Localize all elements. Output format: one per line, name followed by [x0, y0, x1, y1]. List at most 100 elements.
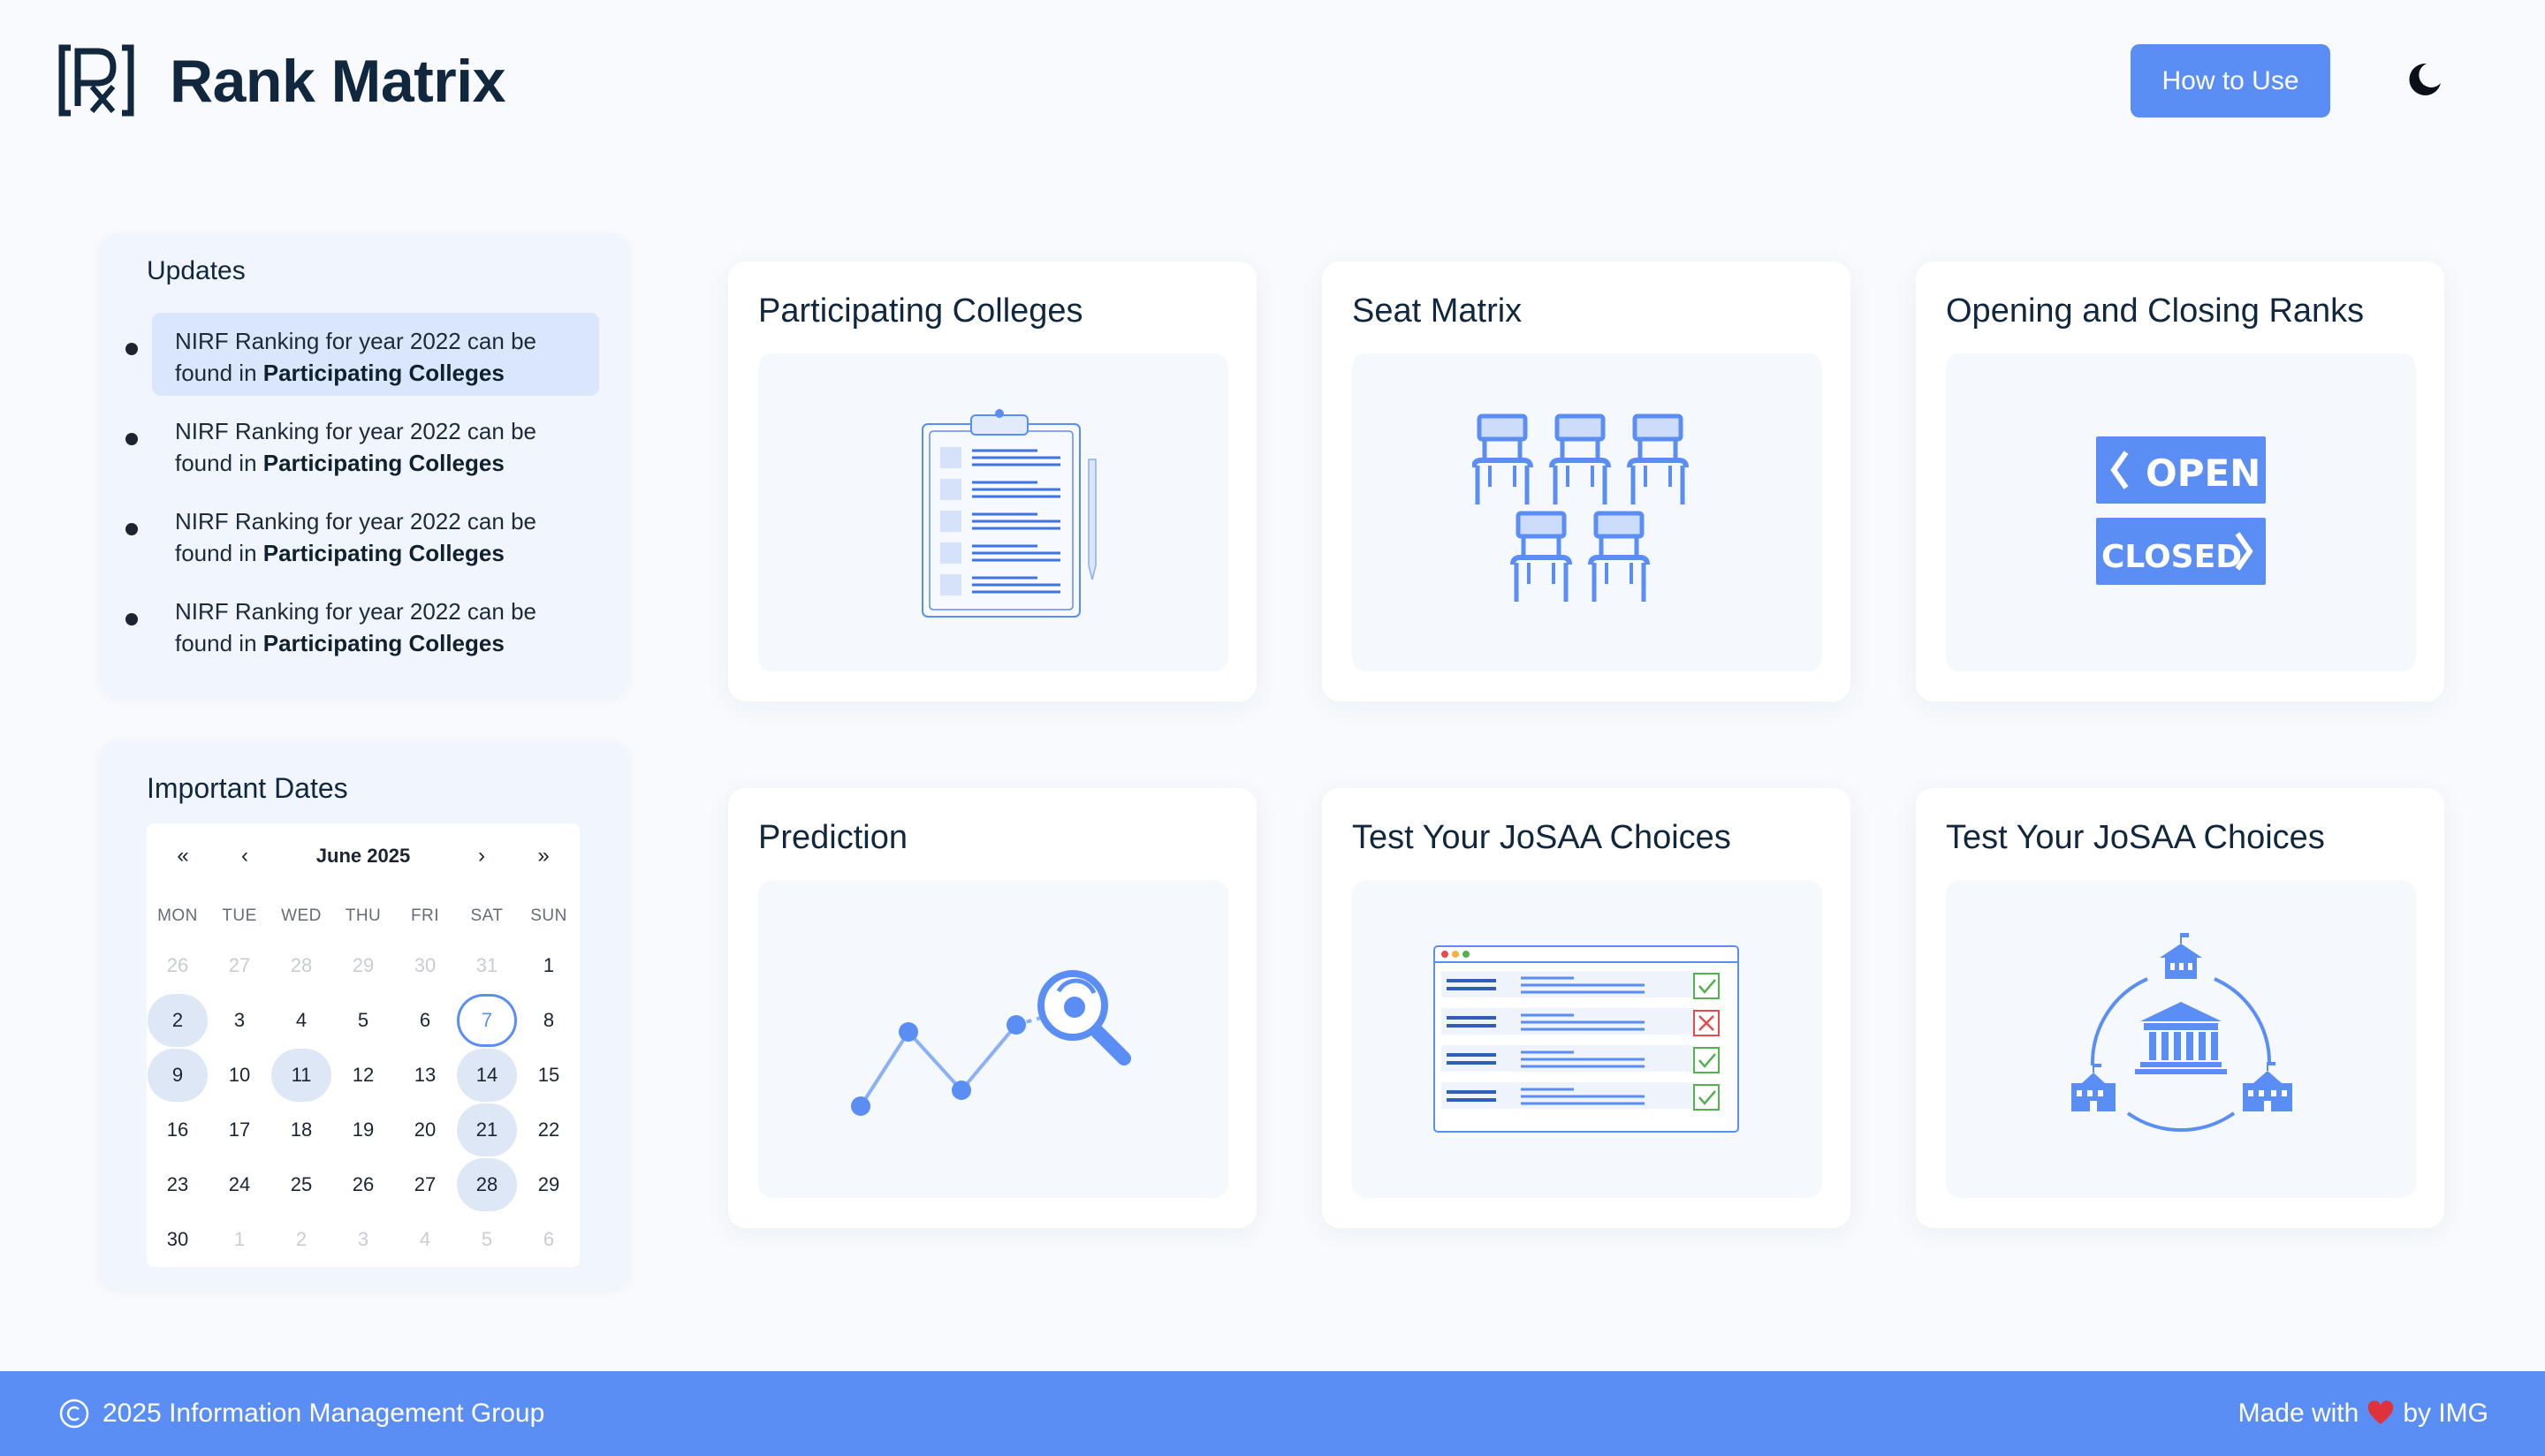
heart-icon	[2368, 1400, 2394, 1424]
calendar-day[interactable]: 19	[332, 1103, 394, 1157]
card-title: Participating Colleges	[758, 292, 1083, 330]
calendar-day[interactable]: 15	[518, 1048, 580, 1103]
copyright-text: 2025 Information Management Group	[103, 1399, 545, 1428]
open-closed-illustration: OPEN CLOSED	[1946, 353, 2416, 671]
calendar-day[interactable]: 23	[147, 1157, 209, 1212]
card-title: Test Your JoSAA Choices	[1352, 819, 1731, 856]
calendar-day[interactable]: 26	[147, 938, 209, 993]
weekday-label: TUE	[222, 906, 257, 925]
open-closed-sign-icon: OPEN CLOSED	[2096, 436, 2266, 585]
calendar-day[interactable]: 4	[394, 1212, 456, 1267]
calendar-day[interactable]: 24	[209, 1157, 270, 1212]
update-link[interactable]: Participating Colleges	[263, 360, 505, 386]
calendar-day[interactable]: 27	[394, 1157, 456, 1212]
weekday-label: MON	[157, 906, 198, 925]
footer-credits: Made with by IMG	[2238, 1371, 2488, 1456]
calendar-day[interactable]: 30	[394, 938, 456, 993]
by-img-text[interactable]: by IMG	[2403, 1399, 2488, 1429]
calendar-day[interactable]: 27	[209, 938, 270, 993]
calendar-day[interactable]: 3	[209, 993, 270, 1048]
calendar-day-highlighted[interactable]: 28	[456, 1157, 518, 1212]
dark-mode-moon-icon[interactable]	[2405, 60, 2444, 99]
weekday-label: WED	[281, 906, 322, 925]
update-link[interactable]: Participating Colleges	[263, 540, 505, 566]
calendar-day[interactable]: 26	[332, 1157, 394, 1212]
calendar-day[interactable]: 31	[456, 938, 518, 993]
calendar-day-today[interactable]: 7	[456, 993, 518, 1048]
calendar-day[interactable]: 5	[456, 1212, 518, 1267]
prediction-card[interactable]: Prediction	[728, 788, 1257, 1228]
calendar-day[interactable]: 6	[518, 1212, 580, 1267]
card-title: Test Your JoSAA Choices	[1946, 819, 2325, 856]
made-with-text: Made with	[2237, 1399, 2359, 1428]
opening-closing-ranks-card[interactable]: Opening and Closing Ranks OPEN CLOSED	[1916, 262, 2444, 701]
card-title: Seat Matrix	[1352, 292, 1523, 330]
test-josaa-choices-card[interactable]: Test Your JoSAA Choices	[1322, 788, 1850, 1228]
weekday-header: MON TUE WED THU FRI SAT SUN	[147, 894, 580, 938]
update-item[interactable]: NIRF Ranking for year 2022 can be found …	[125, 403, 617, 493]
card-title: Prediction	[758, 819, 908, 856]
calendar-week: 9 10 11 12 13 14 15	[147, 1048, 580, 1103]
calendar-week: 26 27 28 29 30 31 1	[147, 938, 580, 993]
colleges-cycle-illustration	[1946, 880, 2416, 1198]
calendar-day[interactable]: 3	[332, 1212, 394, 1267]
calendar-day[interactable]: 8	[518, 993, 580, 1048]
seat-matrix-card[interactable]: Seat Matrix	[1322, 262, 1850, 701]
chairs-illustration	[1352, 353, 1822, 671]
update-item[interactable]: NIRF Ranking for year 2022 can be found …	[125, 493, 617, 583]
updates-list: NIRF Ranking for year 2022 can be found …	[125, 313, 617, 673]
first-year-button[interactable]: «	[156, 836, 210, 876]
calendar-day[interactable]: 2	[270, 1212, 332, 1267]
calendar-day-highlighted[interactable]: 11	[270, 1048, 332, 1103]
calendar-day[interactable]: 16	[147, 1103, 209, 1157]
closed-sign-text: CLOSED	[2101, 539, 2242, 575]
last-year-button[interactable]: »	[516, 836, 571, 876]
calendar-week: 23 24 25 26 27 28 29	[147, 1157, 580, 1212]
card-title: Opening and Closing Ranks	[1946, 292, 2365, 330]
update-item[interactable]: NIRF Ranking for year 2022 can be found …	[125, 583, 617, 673]
calendar-day[interactable]: 17	[209, 1103, 270, 1157]
calendar-month-label[interactable]: June 2025	[253, 836, 474, 876]
calendar-day[interactable]: 6	[394, 993, 456, 1048]
calendar-day-highlighted[interactable]: 14	[456, 1048, 518, 1103]
updates-title: Updates	[147, 256, 246, 285]
chairs-icon	[1472, 411, 1702, 614]
header: Rank Matrix How to Use	[0, 0, 2545, 163]
update-item[interactable]: NIRF Ranking for year 2022 can be found …	[125, 313, 617, 403]
calendar-day[interactable]: 25	[270, 1157, 332, 1212]
update-link[interactable]: Participating Colleges	[263, 630, 505, 656]
update-link[interactable]: Participating Colleges	[263, 450, 505, 476]
calendar-day[interactable]: 12	[332, 1048, 394, 1103]
prediction-illustration	[758, 880, 1228, 1198]
calendar-day-highlighted[interactable]: 21	[456, 1103, 518, 1157]
bullet-icon	[125, 433, 138, 445]
calendar-day[interactable]: 1	[209, 1212, 270, 1267]
weekday-label: SUN	[530, 906, 567, 925]
calendar-day[interactable]: 29	[518, 1157, 580, 1212]
calendar-day[interactable]: 10	[209, 1048, 270, 1103]
brand-title[interactable]: Rank Matrix	[170, 42, 505, 120]
calendar-day-highlighted[interactable]: 2	[147, 993, 209, 1048]
calendar-day[interactable]: 5	[332, 993, 394, 1048]
calendar-day[interactable]: 29	[332, 938, 394, 993]
weekday-label: THU	[345, 906, 382, 925]
calendar-day[interactable]: 20	[394, 1103, 456, 1157]
calendar-day[interactable]: 30	[147, 1212, 209, 1267]
participating-colleges-card[interactable]: Participating Colleges	[728, 262, 1257, 701]
calendar-day[interactable]: 18	[270, 1103, 332, 1157]
test-josaa-choices-card-2[interactable]: Test Your JoSAA Choices	[1916, 788, 2444, 1228]
calendar-day[interactable]: 1	[518, 938, 580, 993]
trend-magnifier-icon	[851, 970, 1131, 1116]
calendar-day-highlighted[interactable]: 9	[147, 1048, 209, 1103]
next-month-button[interactable]: ›	[454, 836, 509, 876]
calendar-week: 2 3 4 5 6 7 8	[147, 993, 580, 1048]
updates-panel: Updates NIRF Ranking for year 2022 can b…	[99, 233, 629, 698]
important-dates-panel: Important Dates « ‹ June 2025 › » MON TU…	[99, 740, 629, 1290]
calendar-day[interactable]: 4	[270, 993, 332, 1048]
rank-matrix-logo-icon[interactable]	[58, 44, 134, 117]
calendar-day[interactable]: 28	[270, 938, 332, 993]
calendar-day[interactable]: 13	[394, 1048, 456, 1103]
calendar-day[interactable]: 22	[518, 1103, 580, 1157]
copyright-icon	[59, 1399, 89, 1429]
how-to-use-button[interactable]: How to Use	[2131, 44, 2330, 118]
